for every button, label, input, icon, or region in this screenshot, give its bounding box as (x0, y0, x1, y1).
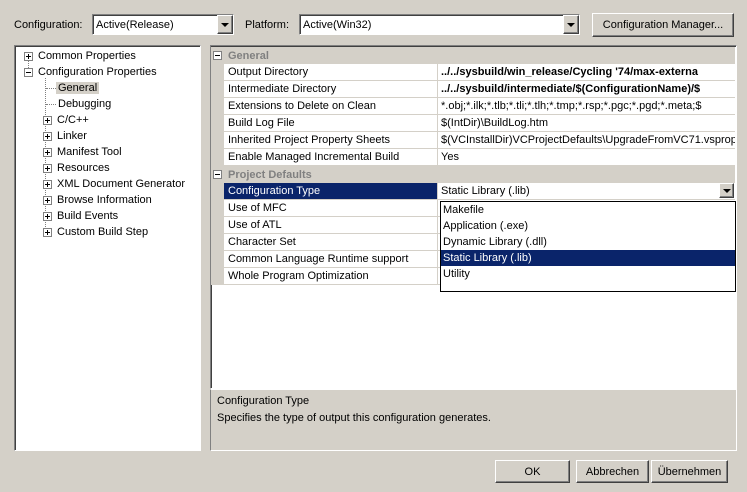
property-name: Common Language Runtime support (224, 251, 438, 268)
dropdown-option[interactable]: Makefile (441, 202, 735, 218)
property-name: Whole Program Optimization (224, 268, 438, 285)
expand-icon[interactable] (43, 195, 52, 205)
chevron-down-icon[interactable] (563, 15, 579, 34)
property-row-extensions-to-delete[interactable]: Extensions to Delete on Clean *.obj;*.il… (211, 98, 735, 115)
description-panel: Configuration Type Specifies the type of… (210, 389, 737, 451)
expand-icon[interactable] (43, 115, 52, 125)
tree-node-cpp[interactable]: C/C++ (43, 112, 89, 128)
tree-node-browse-information[interactable]: Browse Information (43, 192, 152, 208)
configuration-type-dropdown[interactable]: Makefile Application (.exe) Dynamic Libr… (440, 201, 736, 292)
category-general[interactable]: General (211, 47, 735, 64)
tree-node-general[interactable]: General (56, 80, 100, 96)
property-row-configuration-type[interactable]: Configuration Type Static Library (.lib) (211, 183, 735, 200)
property-name: Enable Managed Incremental Build (224, 149, 438, 166)
configuration-select-value: Active(Release) (96, 18, 174, 31)
dropdown-option[interactable]: Dynamic Library (.dll) (441, 234, 735, 250)
property-value[interactable]: Yes (438, 149, 735, 166)
expand-icon[interactable] (43, 131, 52, 141)
collapse-icon[interactable] (213, 170, 222, 179)
category-project-defaults[interactable]: Project Defaults (211, 166, 735, 183)
property-name: Character Set (224, 234, 438, 251)
property-value[interactable]: $(VCInstallDir)VCProjectDefaults\Upgrade… (438, 132, 735, 149)
property-name: Use of MFC (224, 200, 438, 217)
property-row-build-log-file[interactable]: Build Log File $(IntDir)\BuildLog.htm (211, 115, 735, 132)
property-row-managed-incremental-build[interactable]: Enable Managed Incremental Build Yes (211, 149, 735, 166)
ok-button[interactable]: OK (495, 460, 570, 483)
property-row-intermediate-directory[interactable]: Intermediate Directory ../../sysbuild/in… (211, 81, 735, 98)
property-row-inherited-property-sheets[interactable]: Inherited Project Property Sheets $(VCIn… (211, 132, 735, 149)
tree-node-label: C/C++ (57, 114, 89, 126)
property-value[interactable]: $(IntDir)\BuildLog.htm (438, 115, 735, 132)
configuration-manager-button[interactable]: Configuration Manager... (592, 13, 734, 37)
configuration-type-combo[interactable]: Static Library (.lib) (438, 183, 735, 200)
tree-node-common-properties[interactable]: Common Properties (24, 48, 136, 64)
tree-node-label: Debugging (58, 98, 112, 110)
category-label: General (228, 49, 269, 62)
chevron-down-icon[interactable] (217, 15, 233, 34)
expand-icon[interactable] (43, 227, 52, 237)
property-row-output-directory[interactable]: Output Directory ../../sysbuild/win_rele… (211, 64, 735, 81)
expand-icon[interactable] (43, 147, 52, 157)
expand-icon[interactable] (43, 211, 52, 221)
property-value[interactable]: ../../sysbuild/intermediate/$(Configurat… (438, 81, 735, 98)
tree-node-label: Custom Build Step (57, 226, 149, 238)
description-text: Specifies the type of output this config… (217, 412, 491, 424)
platform-select-value: Active(Win32) (303, 18, 372, 31)
configuration-type-value: Static Library (.lib) (441, 185, 530, 197)
tree-node-label: Resources (57, 162, 110, 174)
property-name: Intermediate Directory (224, 81, 438, 98)
tree-node-manifest-tool[interactable]: Manifest Tool (43, 144, 122, 160)
tree-node-resources[interactable]: Resources (43, 160, 110, 176)
dropdown-option[interactable]: Utility (441, 266, 735, 282)
tree-node-label: General (56, 82, 100, 94)
tree-node-label: XML Document Generator (57, 178, 185, 190)
tree-node-label: Configuration Properties (38, 66, 157, 78)
expand-icon[interactable] (24, 51, 33, 61)
property-tree[interactable]: Common Properties Configuration Properti… (14, 45, 201, 451)
configuration-select[interactable]: Active(Release) (92, 14, 234, 35)
tree-node-label: Manifest Tool (57, 146, 122, 158)
property-value[interactable]: *.obj;*.ilk;*.tlb;*.tli;*.tlh;*.tmp;*.rs… (438, 98, 735, 115)
tree-node-xml-document-generator[interactable]: XML Document Generator (43, 176, 185, 192)
property-name: Extensions to Delete on Clean (224, 98, 438, 115)
property-name: Build Log File (224, 115, 438, 132)
configuration-label: Configuration: (14, 19, 83, 31)
tree-node-label: Build Events (57, 210, 119, 222)
tree-node-debugging[interactable]: Debugging (58, 96, 111, 112)
cancel-button[interactable]: Abbrechen (576, 460, 649, 483)
apply-button[interactable]: Übernehmen (651, 460, 728, 483)
property-grid[interactable]: General Output Directory ../../sysbuild/… (210, 45, 737, 389)
dropdown-option-selected[interactable]: Static Library (.lib) (441, 250, 735, 266)
tree-node-build-events[interactable]: Build Events (43, 208, 118, 224)
property-value[interactable]: ../../sysbuild/win_release/Cycling '74/m… (438, 64, 735, 81)
dropdown-option[interactable]: Application (.exe) (441, 218, 735, 234)
property-name: Use of ATL (224, 217, 438, 234)
property-name: Configuration Type (224, 183, 438, 200)
platform-label: Platform: (245, 19, 290, 31)
tree-node-linker[interactable]: Linker (43, 128, 87, 144)
tree-node-label: Linker (57, 130, 87, 142)
expand-icon[interactable] (43, 179, 52, 189)
tree-node-label: Browse Information (57, 194, 152, 206)
collapse-icon[interactable] (24, 67, 33, 77)
chevron-down-icon[interactable] (719, 183, 734, 198)
category-label: Project Defaults (228, 168, 312, 181)
collapse-icon[interactable] (213, 51, 222, 60)
property-name: Output Directory (224, 64, 438, 81)
expand-icon[interactable] (43, 163, 52, 173)
tree-node-label: Common Properties (38, 50, 136, 62)
description-title: Configuration Type (217, 395, 310, 407)
property-name: Inherited Project Property Sheets (224, 132, 438, 149)
tree-node-custom-build-step[interactable]: Custom Build Step (43, 224, 148, 240)
platform-select[interactable]: Active(Win32) (299, 14, 580, 35)
tree-node-configuration-properties[interactable]: Configuration Properties (24, 64, 157, 80)
